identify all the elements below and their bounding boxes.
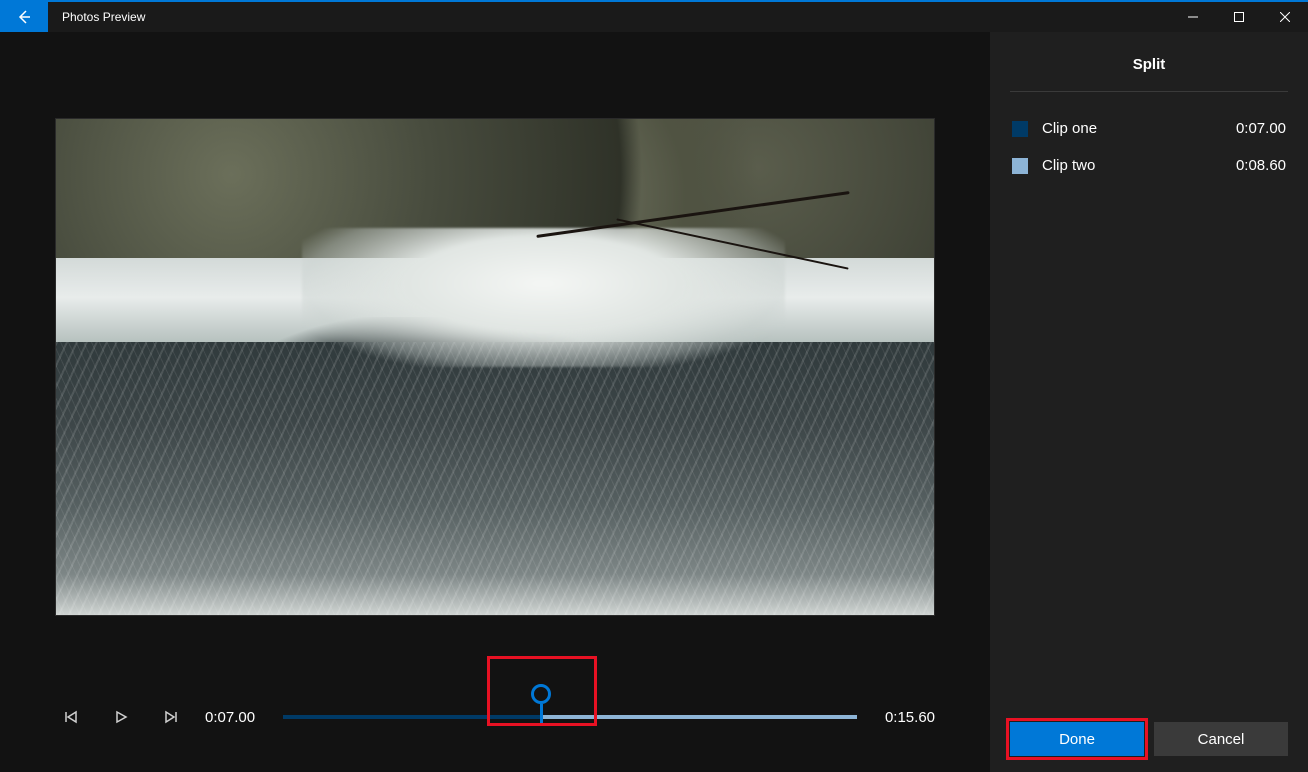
cancel-button[interactable]: Cancel <box>1154 722 1288 756</box>
maximize-button[interactable] <box>1216 2 1262 32</box>
timeline[interactable] <box>283 694 857 740</box>
window-controls <box>1170 2 1308 32</box>
back-button[interactable] <box>0 2 48 32</box>
split-playhead[interactable] <box>531 684 551 724</box>
app-title: Photos Preview <box>62 10 145 24</box>
next-frame-button[interactable] <box>155 701 187 733</box>
clip-one-time: 0:07.00 <box>1236 120 1286 137</box>
sidebar: Split Clip one 0:07.00 Clip two 0:08.60 … <box>990 32 1308 772</box>
done-button[interactable]: Done <box>1010 722 1144 756</box>
sidebar-title: Split <box>1010 56 1288 92</box>
clip-two-swatch <box>1012 158 1028 174</box>
play-button[interactable] <box>105 701 137 733</box>
close-button[interactable] <box>1262 2 1308 32</box>
preview-area <box>0 32 990 682</box>
step-back-icon <box>64 710 78 724</box>
sidebar-buttons: Done Cancel <box>1010 722 1288 756</box>
clip-one-swatch <box>1012 121 1028 137</box>
timeline-clip-one <box>283 715 541 719</box>
clip-two-time: 0:08.60 <box>1236 157 1286 174</box>
minimize-button[interactable] <box>1170 2 1216 32</box>
clip-one-label: Clip one <box>1042 120 1222 137</box>
video-preview[interactable] <box>55 118 935 616</box>
maximize-icon <box>1234 12 1244 22</box>
previous-frame-button[interactable] <box>55 701 87 733</box>
play-icon <box>114 710 128 724</box>
step-forward-icon <box>164 710 178 724</box>
total-time: 0:15.60 <box>875 709 935 726</box>
clip-row-one[interactable]: Clip one 0:07.00 <box>1010 110 1288 147</box>
close-icon <box>1280 12 1290 22</box>
minimize-icon <box>1188 12 1198 22</box>
timeline-clip-two <box>541 715 857 719</box>
current-time: 0:07.00 <box>205 709 265 726</box>
clip-two-label: Clip two <box>1042 157 1222 174</box>
clip-row-two[interactable]: Clip two 0:08.60 <box>1010 147 1288 184</box>
playback-controls: 0:07.00 0:15.60 <box>0 682 990 772</box>
main-panel: 0:07.00 0:15.60 <box>0 32 990 772</box>
arrow-left-icon <box>16 9 32 25</box>
titlebar: Photos Preview <box>0 0 1308 32</box>
